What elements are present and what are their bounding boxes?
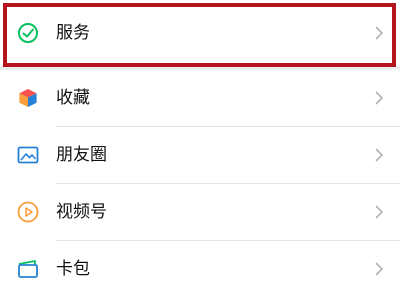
chevron-right-icon [374, 204, 384, 220]
card-wallet-icon [16, 257, 40, 281]
menu-item-card-wallet[interactable]: 卡包 [0, 241, 400, 297]
menu-item-favorites[interactable]: 收藏 [0, 70, 400, 126]
menu-item-label: 服务 [56, 23, 90, 43]
menu-item-service[interactable]: 服务 [0, 5, 400, 61]
moments-photo-icon [16, 143, 40, 167]
menu-item-label: 朋友圈 [56, 145, 107, 165]
menu-item-label: 收藏 [56, 88, 90, 108]
channels-play-icon [16, 200, 40, 224]
service-group: 服务 [0, 0, 400, 67]
favorites-cube-icon [16, 86, 40, 110]
chevron-right-icon [374, 147, 384, 163]
chevron-right-icon [374, 261, 384, 277]
chevron-right-icon [374, 25, 384, 41]
me-page-menu: 服务 收藏 朋友圈 视频号 卡包 [0, 0, 400, 300]
menu-item-moments[interactable]: 朋友圈 [0, 127, 400, 183]
menu-item-label: 视频号 [56, 202, 107, 222]
service-check-icon [16, 21, 40, 45]
chevron-right-icon [374, 90, 384, 106]
features-group: 收藏 朋友圈 视频号 卡包 [0, 70, 400, 300]
menu-item-channels[interactable]: 视频号 [0, 184, 400, 240]
menu-item-label: 卡包 [56, 259, 90, 279]
